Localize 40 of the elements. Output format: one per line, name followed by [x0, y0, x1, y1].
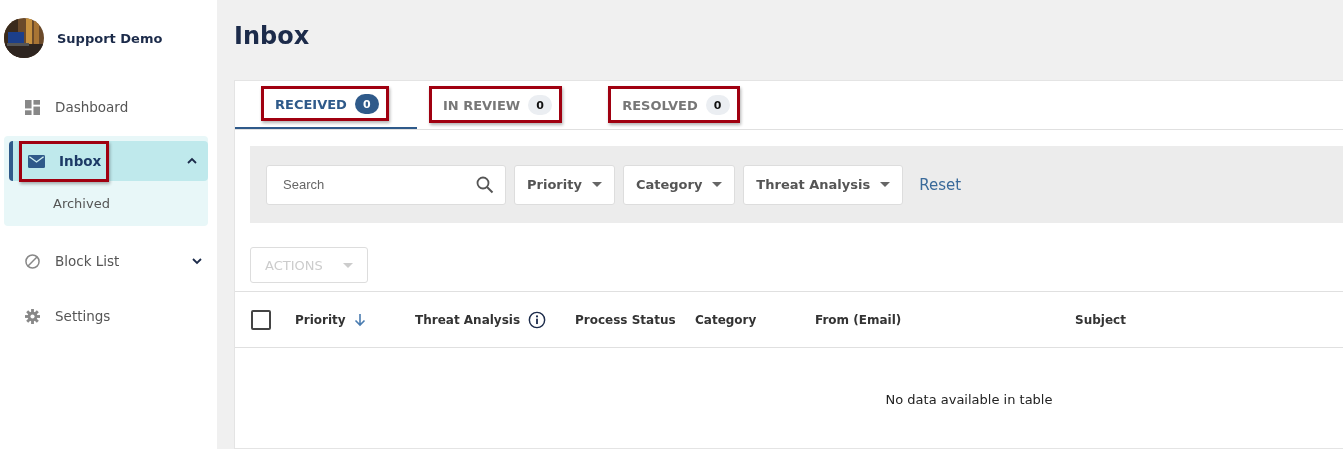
dashboard-icon	[24, 99, 41, 115]
empty-table-message: No data available in table	[884, 391, 1054, 407]
nav-item[interactable]: Dashboard	[0, 87, 213, 127]
search-field[interactable]: Search	[266, 164, 506, 205]
caret-icon	[342, 262, 353, 268]
nav-item[interactable]: Inbox	[9, 141, 208, 181]
column-header[interactable]: Threat Analysis	[415, 312, 521, 327]
filter-dropdown[interactable]: Category	[622, 164, 736, 205]
caret-icon	[591, 182, 602, 187]
tab-label: RECEIVED	[275, 96, 347, 112]
count-badge: 0	[705, 95, 730, 115]
column-header[interactable]: Priority	[295, 312, 346, 327]
mail-icon	[28, 153, 45, 169]
column-header[interactable]: Subject	[1075, 312, 1126, 327]
sort-down-icon[interactable]	[353, 312, 366, 327]
tab[interactable]: RECEIVED 0	[235, 81, 417, 129]
account-name: Support Demo	[57, 30, 163, 46]
filter-dropdown[interactable]: Priority	[514, 164, 615, 205]
page-title: Inbox	[234, 22, 311, 52]
nav-subitem[interactable]: Archived	[4, 181, 208, 211]
select-all-checkbox[interactable]	[251, 309, 271, 330]
filter-dropdown[interactable]: Threat Analysis	[743, 164, 904, 205]
column-header[interactable]: Category	[695, 312, 757, 327]
tab[interactable]: IN REVIEW 0	[416, 81, 591, 129]
caret-icon	[712, 182, 723, 187]
block-icon	[24, 253, 41, 269]
tab-label: RESOLVED	[622, 97, 698, 113]
column-header[interactable]: Process Status	[575, 312, 676, 327]
info-icon[interactable]	[528, 310, 547, 329]
nav-item[interactable]: Settings	[0, 296, 213, 336]
search-icon	[476, 175, 494, 194]
count-badge: 0	[528, 95, 553, 115]
nav-item[interactable]: Block List	[0, 241, 213, 281]
tab[interactable]: RESOLVED 0	[590, 81, 768, 129]
column-header[interactable]: From (Email)	[815, 312, 902, 327]
settings-icon	[24, 308, 41, 324]
caret-icon	[880, 182, 891, 187]
tab-label: IN REVIEW	[442, 97, 521, 113]
reset-link[interactable]: Reset	[911, 175, 970, 194]
count-badge: 0	[354, 94, 379, 114]
